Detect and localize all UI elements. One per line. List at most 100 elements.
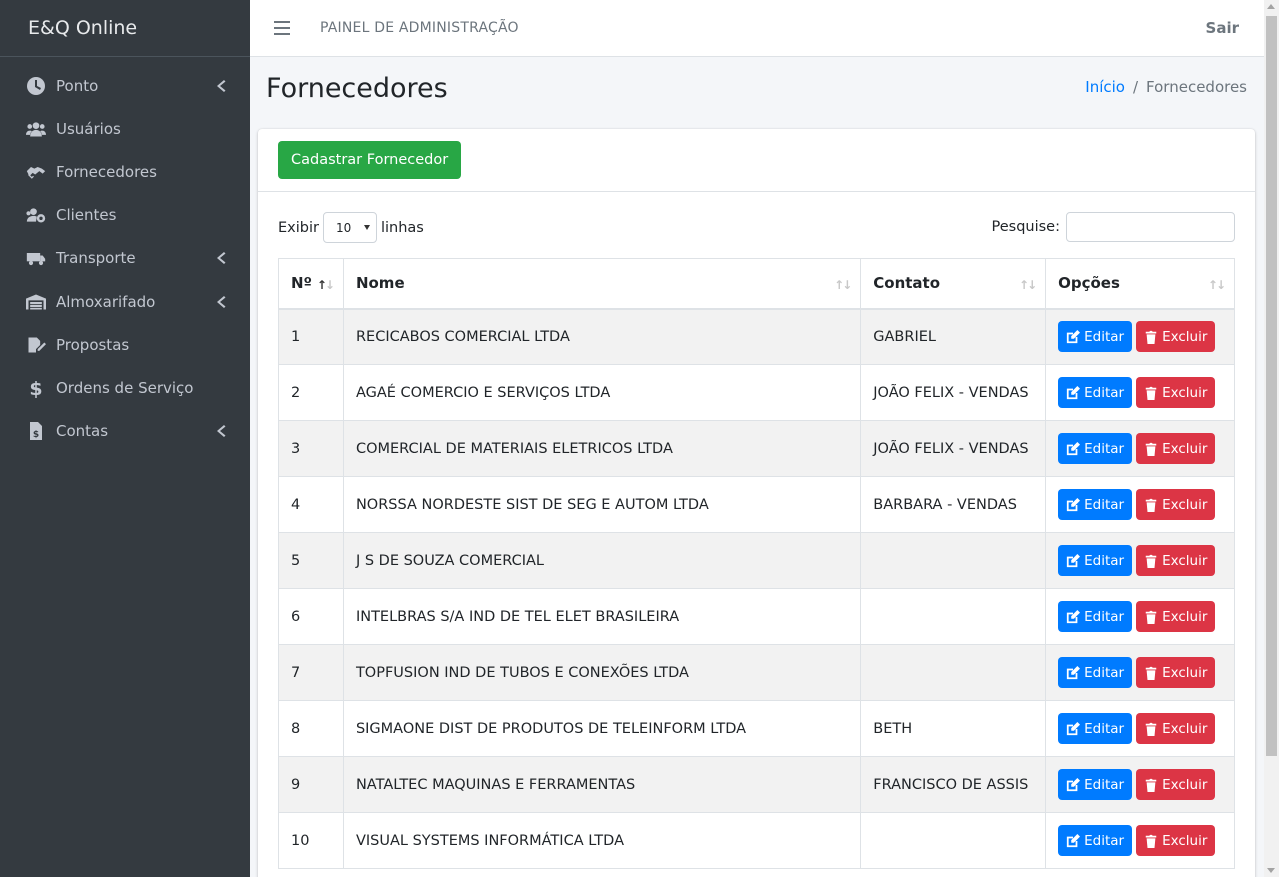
edit-icon [1067,329,1081,343]
cell-contact: JOÃO FELIX - VENDAS [860,364,1047,421]
chevron-left-icon [216,79,228,92]
cell-options: Editar Excluir [1045,420,1235,477]
cell-number: 2 [278,364,344,421]
sidebar-item-almoxarifado[interactable]: Almoxarifado [0,280,250,323]
column-header-name[interactable]: Nome ↑↓ [342,258,862,310]
edit-button[interactable]: Editar [1058,377,1133,408]
handshake-icon [24,162,48,182]
add-supplier-button[interactable]: Cadastrar Fornecedor [278,141,462,179]
edit-button-label: Editar [1084,608,1125,625]
edit-button-label: Editar [1084,720,1125,737]
delete-button[interactable]: Excluir [1136,545,1216,576]
delete-button[interactable]: Excluir [1136,657,1216,688]
cell-options: Editar Excluir [1045,644,1235,701]
edit-button[interactable]: Editar [1058,657,1133,688]
file-invoice-dollar-icon: $ [24,421,48,441]
sidebar-item-label: Transporte [56,249,136,268]
edit-button-label: Editar [1084,776,1125,793]
table-row: 4 NORSSA NORDESTE SIST DE SEG E AUTOM LTD… [278,476,1235,533]
cell-contact [860,532,1047,589]
sidebar-item-label: Ordens de Serviço [56,378,194,397]
page-length-control: Exibir 10 linhas [278,212,424,243]
sidebar-item-usuarios[interactable]: Usuários [0,107,250,150]
delete-button[interactable]: Excluir [1136,321,1216,353]
edit-button[interactable]: Editar [1058,825,1133,856]
edit-button[interactable]: Editar [1058,321,1133,353]
cell-options: Editar Excluir [1045,588,1235,645]
cell-name: SIGMAONE DIST DE PRODUTOS DE TELEINFORM … [342,700,862,757]
sidebar-item-ordens-de-servico[interactable]: $ Ordens de Serviço [0,366,250,409]
trash-icon [1145,330,1157,344]
topbar-title: PAINEL DE ADMINISTRAÇÃO [320,20,519,36]
delete-button[interactable]: Excluir [1136,713,1216,744]
search-control: Pesquise: [991,212,1235,242]
scroll-up-arrow-icon[interactable] [1267,4,1275,9]
delete-button[interactable]: Excluir [1136,433,1216,464]
scroll-down-arrow-icon[interactable] [1267,868,1275,873]
column-header-contact[interactable]: Contato ↑↓ [860,258,1047,310]
page-length-select[interactable]: 10 [322,212,377,243]
delete-button-label: Excluir [1162,328,1208,345]
trash-icon [1145,834,1157,848]
trash-icon [1145,778,1157,792]
table-row: 9 NATALTEC MAQUINAS E FERRAMENTAS FRANCISC… [278,756,1235,813]
scrollbar-thumb[interactable] [1266,16,1277,756]
chevron-left-icon [216,425,228,438]
sidebar-item-transporte[interactable]: Transporte [0,237,250,280]
brand-link[interactable]: E&Q Online [0,0,250,57]
sidebar-item-label: Ponto [56,76,99,95]
cell-name: RECICABOS COMERCIAL LTDA [342,308,862,365]
delete-button-label: Excluir [1162,384,1208,401]
delete-button-label: Excluir [1162,720,1208,737]
delete-button[interactable]: Excluir [1136,769,1216,800]
sidebar-item-label: Usuários [56,119,121,138]
edit-button-label: Editar [1084,328,1125,345]
sidebar-item-contas[interactable]: $ Contas [0,410,250,453]
column-header-options[interactable]: Opções ↑↓ [1045,258,1235,310]
cell-name: COMERCIAL DE MATERIAIS ELETRICOS LTDA [342,420,862,477]
edit-button[interactable]: Editar [1058,489,1133,520]
cell-options: Editar Excluir [1045,364,1235,421]
sidebar-item-propostas[interactable]: Propostas [0,323,250,366]
edit-button[interactable]: Editar [1058,713,1133,744]
edit-button[interactable]: Editar [1058,601,1133,632]
logout-link[interactable]: Sair [1206,19,1239,37]
cell-options: Editar Excluir [1045,308,1235,365]
page-scrollbar[interactable] [1264,0,1279,877]
table-row: 3 COMERCIAL DE MATERIAIS ELETRICOS LTDA JO… [278,420,1235,477]
clock-icon [24,76,48,96]
cell-name: J S DE SOUZA COMERCIAL [342,532,862,589]
edit-button[interactable]: Editar [1058,769,1133,800]
delete-button[interactable]: Excluir [1136,377,1216,408]
delete-button[interactable]: Excluir [1136,601,1216,632]
table-header-row: Nº ↑↓ Nome ↑↓ Contato ↑↓ Opções ↑↓ [278,258,1235,310]
delete-button[interactable]: Excluir [1136,825,1216,856]
search-label: Pesquise: [991,219,1061,235]
cell-contact [860,588,1047,645]
search-input[interactable] [1066,212,1235,242]
breadcrumb-home-link[interactable]: Início [1085,78,1125,96]
chevron-left-icon [216,295,228,308]
suppliers-card: Cadastrar Fornecedor Exibir 10 linhas Pe… [258,129,1255,877]
sidebar-item-clientes[interactable]: Clientes [0,194,250,237]
cell-name: NORSSA NORDESTE SIST DE SEG E AUTOM LTDA [342,476,862,533]
edit-icon [1067,609,1081,623]
sidebar-item-ponto[interactable]: Ponto [0,64,250,107]
users-icon [24,119,48,139]
edit-icon [1067,441,1081,455]
delete-button-label: Excluir [1162,664,1208,681]
cell-name: VISUAL SYSTEMS INFORMÁTICA LTDA [342,812,862,869]
truck-icon [24,248,48,268]
cell-contact: JOÃO FELIX - VENDAS [860,420,1047,477]
trash-icon [1145,554,1157,568]
column-header-number[interactable]: Nº ↑↓ [278,258,344,310]
sort-icon: ↑↓ [1207,278,1226,292]
delete-button-label: Excluir [1162,832,1208,849]
sidebar-item-fornecedores[interactable]: Fornecedores [0,150,250,193]
hamburger-menu-icon[interactable] [274,21,290,35]
cell-number: 10 [278,812,344,869]
edit-button[interactable]: Editar [1058,433,1133,464]
delete-button[interactable]: Excluir [1136,489,1216,520]
edit-button[interactable]: Editar [1058,545,1133,576]
edit-icon [1067,497,1081,511]
